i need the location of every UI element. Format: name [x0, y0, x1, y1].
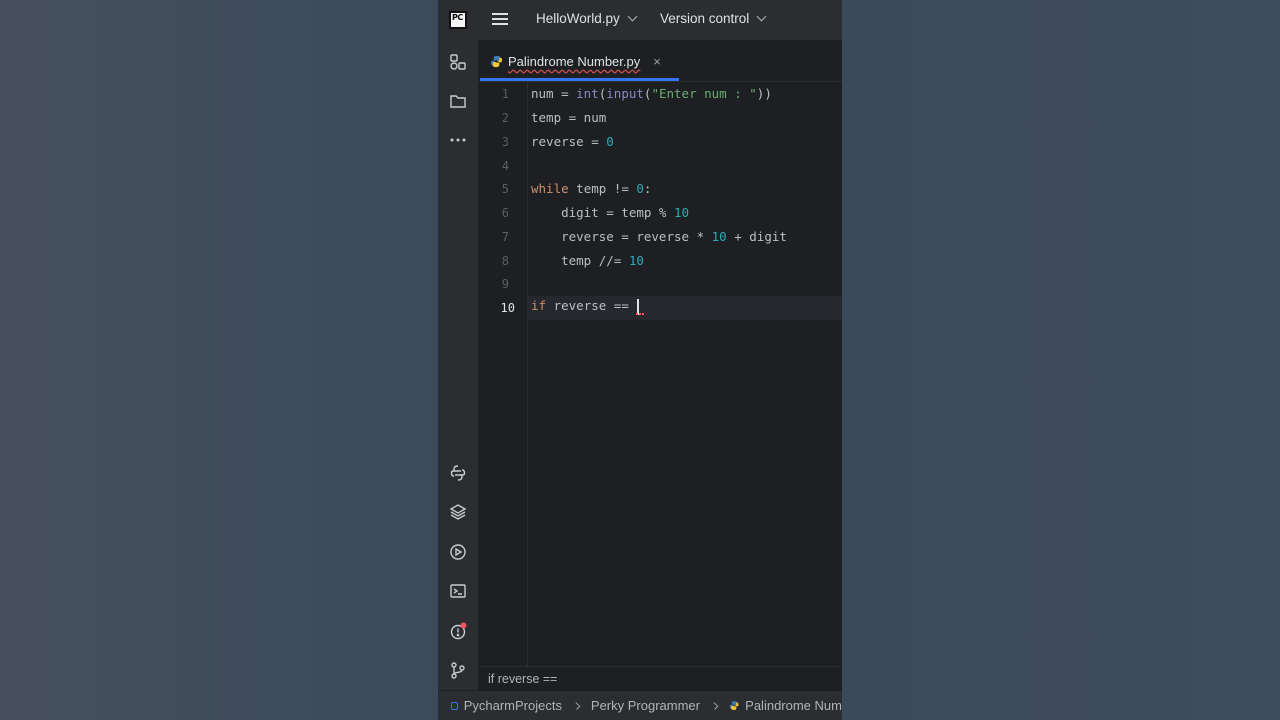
- line-number: 4: [501, 159, 509, 173]
- version-control-dropdown[interactable]: Version control: [660, 11, 767, 26]
- git-icon[interactable]: [448, 660, 468, 680]
- code-line-5[interactable]: while temp != 0:: [531, 181, 651, 196]
- line-number: 2: [501, 111, 509, 125]
- error-squiggle: [636, 311, 645, 315]
- close-icon[interactable]: ×: [653, 54, 661, 69]
- title-bar: PC HelloWorld.py Version control: [438, 0, 842, 40]
- background-right: [842, 0, 1280, 720]
- code-line-6[interactable]: digit = temp % 10: [531, 205, 689, 220]
- editor-tab-bar: Palindrome Number.py ×: [478, 40, 842, 82]
- layers-icon[interactable]: [448, 502, 468, 522]
- run-icon[interactable]: [448, 542, 468, 562]
- line-number: 5: [501, 182, 509, 196]
- tab-label: Palindrome Number.py: [508, 53, 641, 69]
- code-line-3[interactable]: reverse = 0: [531, 134, 614, 149]
- project-file-label: HelloWorld.py: [536, 11, 620, 26]
- project-folder-icon[interactable]: [448, 91, 468, 111]
- line-number: 7: [501, 230, 509, 244]
- line-number-gutter: 1 2 3 4 5 6 7 8 9 10: [478, 82, 528, 666]
- line-number: 6: [501, 206, 509, 220]
- version-control-label: Version control: [660, 11, 750, 26]
- active-tab-indicator: [480, 78, 679, 81]
- module-icon: [451, 701, 458, 710]
- code-editor[interactable]: num = int(input("Enter num : ")) temp = …: [531, 82, 842, 666]
- pycharm-logo-icon[interactable]: PC: [449, 11, 467, 29]
- python-file-icon: [490, 55, 503, 67]
- python-file-icon: [729, 701, 739, 710]
- breadcrumb-item[interactable]: Palindrome Num: [745, 698, 842, 713]
- code-line-10[interactable]: if reverse ==: [531, 298, 645, 315]
- code-line-1[interactable]: num = int(input("Enter num : ")): [531, 86, 772, 101]
- structure-icon[interactable]: [448, 52, 468, 72]
- status-bar-breadcrumb: PycharmProjects Perky Programmer Palindr…: [438, 691, 842, 720]
- chevron-down-icon: [627, 11, 638, 22]
- tab-palindrome-number[interactable]: Palindrome Number.py ×: [478, 40, 680, 82]
- chevron-right-icon: [710, 701, 719, 710]
- line-number-current: 10: [500, 301, 515, 315]
- terminal-icon[interactable]: [448, 581, 468, 601]
- line-number: 8: [501, 254, 509, 268]
- left-toolbar: [438, 40, 478, 690]
- logo-text: PC: [452, 13, 463, 22]
- problems-icon[interactable]: [448, 621, 468, 641]
- line-number: 1: [501, 87, 509, 101]
- context-hint-bar: if reverse ==: [478, 666, 842, 691]
- code-line-7[interactable]: reverse = reverse * 10 + digit: [531, 229, 787, 244]
- chevron-down-icon: [756, 11, 767, 22]
- code-line-2[interactable]: temp = num: [531, 110, 606, 125]
- python-console-icon[interactable]: [448, 463, 468, 483]
- project-file-dropdown[interactable]: HelloWorld.py: [536, 11, 638, 26]
- line-number: 9: [501, 277, 509, 291]
- more-icon[interactable]: [448, 130, 468, 150]
- breadcrumb-item[interactable]: Perky Programmer: [591, 698, 700, 713]
- breadcrumb-item[interactable]: PycharmProjects: [464, 698, 562, 713]
- main-menu-icon[interactable]: [492, 13, 508, 27]
- chevron-right-icon: [572, 701, 581, 710]
- pycharm-window: PC HelloWorld.py Version control Palindr…: [438, 0, 842, 720]
- code-line-8[interactable]: temp //= 10: [531, 253, 644, 268]
- line-number: 3: [501, 135, 509, 149]
- background-left: [0, 0, 438, 720]
